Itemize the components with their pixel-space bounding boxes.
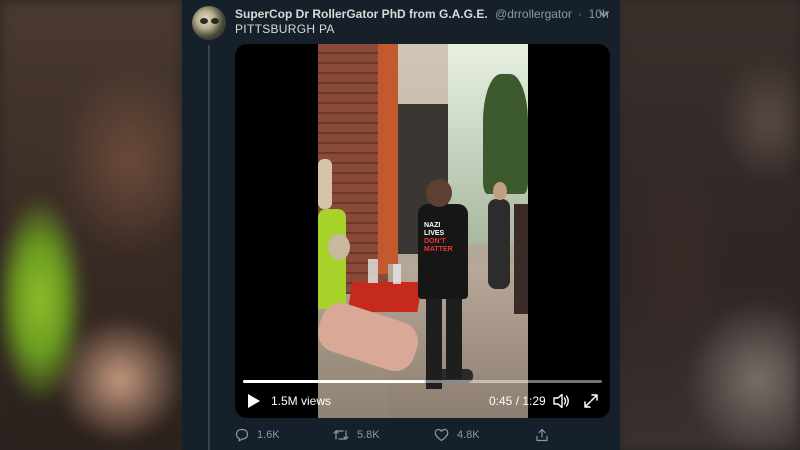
- blurred-background-right: [618, 0, 800, 450]
- red-column: [378, 44, 398, 274]
- reply-icon: [235, 428, 249, 442]
- tweet-text: PITTSBURGH PA: [235, 22, 335, 36]
- shirt-text-line-2: LIVES: [424, 230, 445, 237]
- tree: [483, 74, 528, 194]
- author-handle[interactable]: @drrollergator: [495, 7, 572, 21]
- background-person: [488, 199, 510, 289]
- shirt-text-line-1: NAZI: [424, 222, 441, 229]
- protester-leg-left: [426, 299, 442, 389]
- retweet-count: 5.8K: [357, 429, 380, 441]
- glass: [393, 264, 401, 284]
- video-controls: 1.5M views 0:45 / 1:29: [235, 390, 610, 412]
- retweet-button[interactable]: 5.8K: [333, 426, 380, 444]
- play-icon[interactable]: [247, 393, 261, 409]
- like-count: 4.8K: [457, 429, 480, 441]
- glass: [368, 259, 378, 283]
- separator-dot: ·: [578, 7, 583, 21]
- view-count: 1.5M views: [271, 394, 332, 408]
- author-name[interactable]: SuperCop Dr RollerGator PhD from G.A.G.E…: [235, 7, 488, 21]
- protester-leg-right: [446, 299, 462, 379]
- share-button[interactable]: [535, 426, 549, 444]
- seated-man-head: [328, 234, 350, 260]
- avatar-eye-left: [200, 18, 208, 24]
- person-green-head: [318, 159, 332, 209]
- tweet-actions: 1.6K 5.8K 4.8K: [235, 426, 615, 444]
- background-person-head: [493, 182, 507, 200]
- video-player[interactable]: NAZI LIVES DON'T MATTER 1.5M views 0:45 …: [235, 44, 610, 418]
- chevron-down-icon[interactable]: [598, 9, 610, 19]
- blurred-background-left: [0, 0, 182, 450]
- retweet-icon: [333, 430, 349, 440]
- tweet-header: SuperCop Dr RollerGator PhD from G.A.G.E…: [235, 6, 609, 22]
- avatar-eye-right: [211, 18, 219, 24]
- avatar[interactable]: [192, 6, 226, 40]
- fullscreen-icon[interactable]: [583, 393, 599, 409]
- shirt-text-line-3: DON'T: [424, 238, 446, 245]
- video-frame: NAZI LIVES DON'T MATTER: [318, 44, 528, 418]
- timecode: 0:45 / 1:29: [489, 394, 546, 408]
- volume-icon[interactable]: [553, 393, 571, 409]
- progress-bar[interactable]: [243, 380, 602, 383]
- progress-fill: [243, 380, 425, 383]
- protester-shirt: NAZI LIVES DON'T MATTER: [418, 204, 468, 299]
- share-icon: [536, 428, 548, 442]
- shirt-text-line-4: MATTER: [424, 246, 453, 253]
- reply-count: 1.6K: [257, 429, 280, 441]
- thread-line: [208, 45, 210, 450]
- like-button[interactable]: 4.8K: [434, 426, 480, 444]
- background-person: [514, 204, 528, 314]
- heart-icon: [434, 428, 449, 442]
- protester-head: [426, 179, 452, 207]
- reply-button[interactable]: 1.6K: [235, 426, 280, 444]
